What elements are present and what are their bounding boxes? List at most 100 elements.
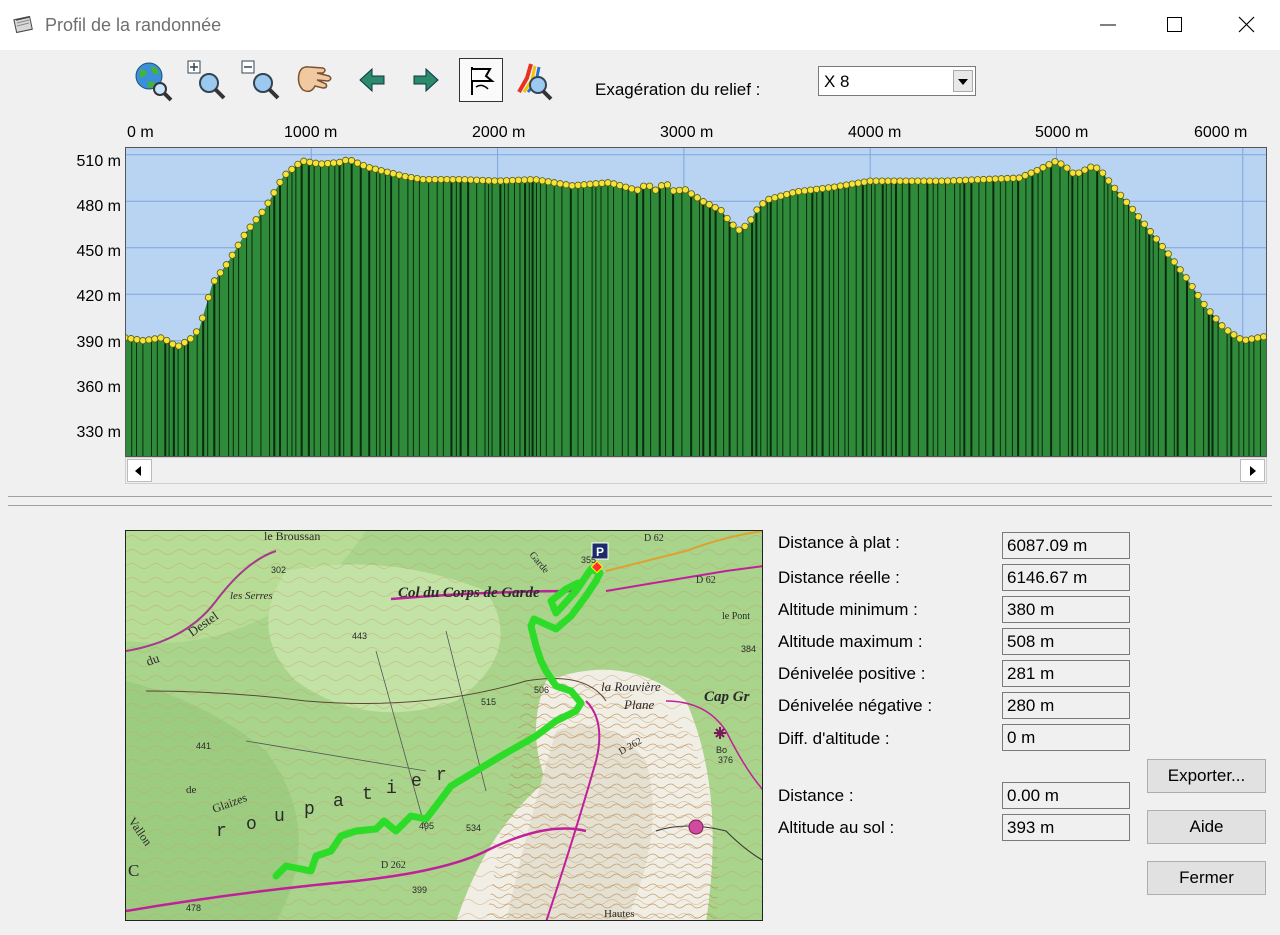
map-label: p [304,800,315,820]
previous-button[interactable] [350,58,394,102]
profile-point [1081,166,1089,174]
globe-search-button[interactable] [131,58,175,102]
dropdown-arrow-icon[interactable] [953,70,973,92]
close-button[interactable]: Fermer [1147,861,1266,895]
profile-point [419,175,427,184]
profile-point [300,157,308,165]
profile-point [1045,161,1053,169]
profile-point [562,181,570,189]
pan-button[interactable] [293,58,337,102]
profile-point [836,182,844,190]
flag-icon [471,67,495,95]
profile-point [491,177,499,185]
profile-point [1224,327,1232,335]
flag-button[interactable] [459,58,503,102]
profile-point [347,157,356,165]
zoom-in-button[interactable] [185,58,229,102]
scroll-left-arrow-icon[interactable] [127,459,152,482]
profile-point [437,175,445,184]
elevation-profile-chart[interactable] [125,147,1267,457]
profile-point [234,241,242,249]
profile-point [735,226,743,234]
profile-point [556,180,564,188]
profile-point [920,177,928,185]
map-label: 515 [481,697,496,707]
profile-point [401,172,409,181]
profile-point [1194,291,1202,300]
profile-point [1212,315,1220,323]
close-window-button[interactable] [1212,0,1280,50]
map-label: 441 [196,741,211,751]
profile-point [830,183,839,191]
profile-point [598,179,606,187]
stat-label: Distance à plat : [778,533,900,552]
profile-point [1248,335,1256,343]
profile-point [574,181,582,189]
profile-point [1033,166,1041,175]
profile-point [717,206,725,215]
path-zoom-button[interactable] [513,58,557,102]
map-label: o [246,815,257,835]
profile-point [806,186,815,194]
stat-label: Altitude maximum : [778,632,923,651]
stat-value-field: 6087.09 m [1002,532,1130,559]
profile-point [330,159,338,167]
relief-exaggeration-select[interactable]: X 8 [818,66,976,96]
stat-value-field: 0 m [1002,724,1130,751]
profile-point [1140,220,1149,228]
map-label: C [128,861,139,880]
topographic-map[interactable]: P le Broussan Col du Corps de Garde la R… [125,530,763,921]
profile-point [747,216,755,224]
profile-point [1218,322,1226,330]
profile-point [580,181,588,189]
scroll-right-arrow-icon[interactable] [1240,459,1265,482]
profile-point [634,186,642,194]
profile-point [467,176,475,184]
profile-point [526,176,534,184]
stat-value-field: 280 m [1002,692,1130,719]
profile-point [729,221,737,229]
export-button[interactable]: Exporter... [1147,759,1266,793]
profile-point [258,208,266,216]
notebook-icon [13,15,33,34]
map-label: 506 [534,685,549,695]
map-label: les Serres [230,590,273,602]
arrow-right-icon [413,67,439,93]
profile-point [359,162,368,170]
minimize-button[interactable] [1074,0,1142,50]
profile-point [842,181,850,189]
window-title: Profil de la randonnée [45,15,222,35]
profile-point [860,178,868,186]
profile-point [496,177,505,185]
maximize-button[interactable] [1140,0,1208,50]
map-label: Col du Corps de Garde [398,585,540,601]
profile-point [1230,331,1238,339]
map-label: 302 [271,565,286,575]
map-label: e [411,772,422,792]
profile-point [1015,174,1023,182]
map-label: 399 [412,885,427,895]
profile-point [240,231,248,239]
profile-point [932,177,940,185]
profile-point [216,269,224,277]
stat-label: Dénivelée positive : [778,664,926,683]
next-button[interactable] [404,58,448,102]
profile-point [324,159,332,168]
profile-horizontal-scrollbar[interactable] [125,457,1267,484]
map-label: a [333,792,344,812]
stat-label: Altitude minimum : [778,600,918,619]
map-label: 355 [581,555,596,565]
map-label: 495 [419,821,434,831]
profile-point [431,175,439,184]
map-label: Bo [716,745,727,755]
help-button[interactable]: Aide [1147,810,1266,844]
profile-point [449,175,457,184]
profile-point [878,177,886,185]
profile-point [771,194,779,202]
zoom-out-button[interactable] [239,58,283,102]
profile-point [1099,169,1107,177]
profile-point [848,180,856,188]
profile-point [1003,174,1011,183]
profile-point [413,174,421,183]
profile-point [1152,235,1160,243]
